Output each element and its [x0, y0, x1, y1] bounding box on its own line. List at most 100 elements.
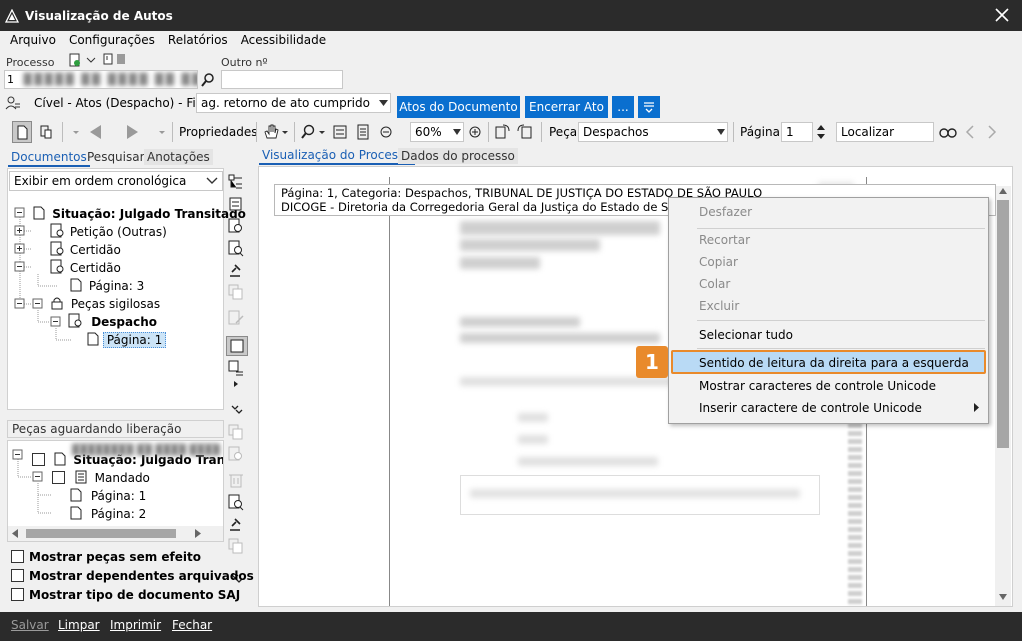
tree-list-icon[interactable] [226, 172, 246, 192]
menu-copiar[interactable]: Copiar [699, 252, 738, 272]
tab-visualizacao[interactable]: Visualização do Processo [259, 147, 415, 165]
pending-situacao-checkbox[interactable] [32, 453, 45, 466]
tree-item-pagina-1[interactable]: Página: 1 [87, 331, 167, 349]
certificate-search-icon-2[interactable] [226, 492, 246, 512]
checkbox[interactable] [11, 588, 24, 601]
doc-mode-button[interactable] [12, 121, 32, 143]
tab-documentos[interactable]: Documentos [8, 149, 90, 167]
zoom-select[interactable]: 60% [410, 122, 464, 142]
menu-relatorios[interactable]: Relatórios [168, 33, 228, 51]
menu-selecionar-tudo[interactable]: Selecionar tudo [699, 325, 793, 345]
pending-mandado-checkbox[interactable] [52, 471, 65, 484]
outro-input[interactable] [221, 70, 343, 89]
expand-arrow-icon[interactable] [232, 380, 240, 388]
fechar-button[interactable]: Fechar [172, 618, 212, 632]
pending-situacao[interactable]: ████████ ██ ████ ████ Situação: Julgado … [32, 445, 223, 469]
certificate-icon[interactable] [226, 216, 246, 236]
chk-mostrar-tipo[interactable]: Mostrar tipo de documento SAJ [11, 587, 240, 605]
scroll-down-icon[interactable] [999, 594, 1007, 600]
certificate-search-icon[interactable] [226, 238, 246, 258]
rotate-left-icon[interactable] [493, 122, 511, 142]
dropdown-small-icon[interactable] [70, 122, 82, 142]
next-icon[interactable] [122, 122, 142, 142]
pending-item-mandado[interactable]: Mandado [52, 469, 150, 487]
chevron-down-icon[interactable] [86, 55, 96, 65]
salvar-button[interactable]: Salvar [11, 618, 49, 632]
stack-icon[interactable] [226, 194, 246, 214]
more-button[interactable]: ... [612, 96, 634, 118]
menu-desfazer[interactable]: Desfazer [699, 202, 752, 222]
collapse-chevrons-icon[interactable] [230, 405, 244, 415]
pending-item-pagina-2[interactable]: Página: 2 [70, 505, 146, 523]
encerrar-ato-button[interactable]: Encerrar Ato [525, 96, 608, 118]
tree-situacao[interactable]: Situação: Julgado Transitado [33, 205, 246, 223]
scroll-up-icon[interactable] [999, 188, 1007, 194]
gavel-icon[interactable] [226, 260, 246, 280]
checkbox[interactable] [11, 569, 24, 582]
zoom-in-icon[interactable] [468, 122, 482, 142]
limpar-button[interactable]: Limpar [58, 618, 100, 632]
tree-item-certidao-2[interactable]: Certidão [50, 259, 121, 277]
chk-mostrar-pecas[interactable]: Mostrar peças sem efeito [11, 549, 201, 567]
vscroll-thumb[interactable] [997, 200, 1009, 448]
menu-inserir-unicode[interactable]: Inserir caractere de controle Unicode [699, 398, 922, 418]
menu-recortar[interactable]: Recortar [699, 230, 750, 250]
tree-item-peticao[interactable]: Petição (Outras) [50, 223, 167, 241]
hand-dropdown-icon[interactable] [281, 122, 289, 142]
order-select[interactable]: Exibir em ordem cronológica [9, 171, 223, 191]
fit-page-icon[interactable] [355, 122, 371, 142]
peca-select[interactable]: Despachos [578, 122, 728, 142]
menu-sentido-leitura[interactable]: Sentido de leitura da direita para a esq… [699, 353, 969, 373]
filter-button[interactable] [638, 96, 660, 118]
page-icon [87, 332, 99, 346]
menu-colar[interactable]: Colar [699, 274, 730, 294]
atos-documento-button[interactable]: Atos do Documento [397, 96, 520, 118]
chk-mostrar-dependentes[interactable]: Mostrar dependentes arquivados [11, 568, 254, 586]
tab-anotacoes[interactable]: Anotações [144, 149, 213, 165]
scroll-right-icon[interactable] [194, 529, 201, 538]
pending-hscroll[interactable] [8, 526, 223, 541]
scroll-left-icon[interactable] [12, 529, 19, 538]
tab-dados-processo[interactable]: Dados do processo [398, 148, 518, 164]
processo-input[interactable]: 1 █████ ██ ████ ██ ████ [4, 70, 198, 89]
search-icon[interactable] [200, 72, 216, 88]
close-icon[interactable] [992, 5, 1012, 25]
propriedades-button[interactable]: Propriedades [179, 122, 258, 142]
find-next-icon[interactable] [986, 122, 998, 142]
hscroll-thumb[interactable] [26, 529, 176, 538]
page-view-button[interactable] [226, 336, 248, 356]
fit-width-icon[interactable] [332, 122, 348, 142]
page-list-icon[interactable] [226, 358, 246, 378]
binoculars-icon[interactable] [938, 122, 958, 142]
menu-excluir[interactable]: Excluir [699, 296, 739, 316]
pagina-input[interactable]: 1 [781, 122, 813, 142]
zoom-icon[interactable] [300, 122, 316, 142]
localizar-input[interactable]: Localizar [836, 122, 934, 142]
bookmark-icon[interactable] [102, 53, 114, 66]
menu-arquivo[interactable]: Arquivo [10, 33, 56, 51]
tree-item-pagina-3[interactable]: Página: 3 [70, 277, 144, 295]
copy-icon[interactable] [38, 122, 54, 142]
previous-icon[interactable] [86, 122, 106, 142]
tree-item-pecas-sigilosas[interactable]: Peças sigilosas [50, 295, 160, 313]
pending-item-pagina-1[interactable]: Página: 1 [70, 487, 146, 505]
dropdown-small-icon-2[interactable] [156, 122, 168, 142]
menu-acessibilidade[interactable]: Acessibilidade [241, 33, 326, 51]
page-spinner-icon[interactable] [816, 122, 826, 142]
new-document-icon[interactable] [68, 53, 82, 67]
tree-item-certidao-1[interactable]: Certidão [50, 241, 121, 259]
menu-mostrar-unicode[interactable]: Mostrar caracteres de controle Unicode [699, 376, 936, 396]
fila-select[interactable]: ag. retorno de ato cumprido [196, 93, 391, 113]
rotate-right-icon[interactable] [516, 122, 534, 142]
tree-item-despacho[interactable]: Despacho [68, 313, 157, 331]
menu-configuracoes[interactable]: Configurações [69, 33, 155, 51]
imprimir-button[interactable]: Imprimir [110, 618, 161, 632]
zoom-out-icon[interactable] [379, 122, 393, 142]
checkbox[interactable] [11, 550, 24, 563]
zoom-dropdown-icon[interactable] [318, 122, 326, 142]
gavel-icon-2[interactable] [226, 514, 246, 534]
find-previous-icon[interactable] [964, 122, 976, 142]
stop-icon[interactable] [117, 54, 125, 64]
hand-icon[interactable] [262, 122, 280, 142]
tab-pesquisar[interactable]: Pesquisar [84, 149, 148, 165]
